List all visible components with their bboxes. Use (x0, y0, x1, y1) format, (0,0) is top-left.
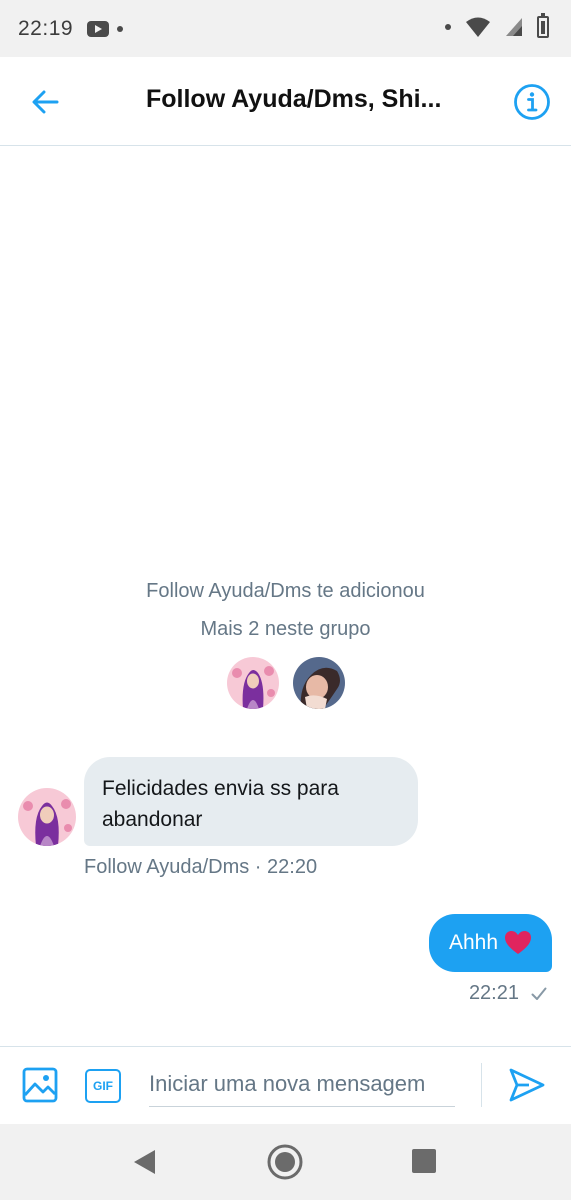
back-button[interactable] (24, 81, 66, 123)
sender-avatar[interactable] (18, 788, 76, 846)
group-members-avatars[interactable] (227, 657, 345, 709)
conversation-header: Follow Ayuda/Dms, Shi... (0, 57, 571, 146)
checkmark-icon (531, 987, 547, 1000)
message-text-line: abandonar (102, 808, 203, 831)
nav-home-button[interactable] (267, 1144, 303, 1180)
heart-emoji-icon (505, 931, 531, 954)
incoming-message-bubble[interactable]: Felicidades envia ss para abandonar (84, 757, 418, 846)
incoming-message-meta: Follow Ayuda/Dms · 22:20 (84, 856, 318, 878)
message-text-line: Felicidades envia ss para (102, 777, 339, 800)
message-time: 22:21 (468, 982, 519, 1004)
avatar[interactable] (293, 657, 345, 709)
status-time: 22:19 (18, 16, 74, 40)
system-message-added: Follow Ayuda/Dms te adicionou (146, 580, 425, 602)
avatar[interactable] (227, 657, 279, 709)
message-text: Ahhh (448, 931, 498, 954)
message-input[interactable] (149, 1061, 455, 1107)
system-message-members[interactable]: Mais 2 neste grupo (0, 618, 571, 641)
wifi-icon (466, 17, 490, 37)
status-icons (437, 13, 549, 38)
youtube-notification-icon (87, 20, 110, 37)
status-dot-icon (445, 24, 451, 30)
outgoing-message-meta: 22:21 (469, 982, 547, 1005)
outgoing-message-bubble[interactable]: Ahhh (428, 914, 552, 972)
message-composer: GIF (0, 1046, 571, 1124)
cellular-signal-icon (506, 18, 522, 36)
conversation-title[interactable]: Follow Ayuda/Dms, Shi... (146, 85, 466, 114)
notification-dot-icon (117, 25, 124, 32)
status-bar: 22:19 (0, 0, 571, 57)
gif-button[interactable]: GIF (85, 1069, 121, 1103)
image-picker-button[interactable] (22, 1067, 58, 1103)
system-navigation-bar (0, 1124, 571, 1200)
battery-icon (537, 13, 549, 38)
arrow-left-icon (32, 90, 59, 114)
info-button[interactable] (513, 83, 551, 121)
nav-recents-button[interactable] (412, 1149, 436, 1173)
composer-divider (481, 1063, 482, 1107)
dm-screen: 22:19 Follow Ayuda/Dms, Shi... Follow Ay… (0, 0, 571, 1200)
nav-back-button[interactable] (131, 1148, 159, 1176)
send-button[interactable] (508, 1067, 546, 1103)
